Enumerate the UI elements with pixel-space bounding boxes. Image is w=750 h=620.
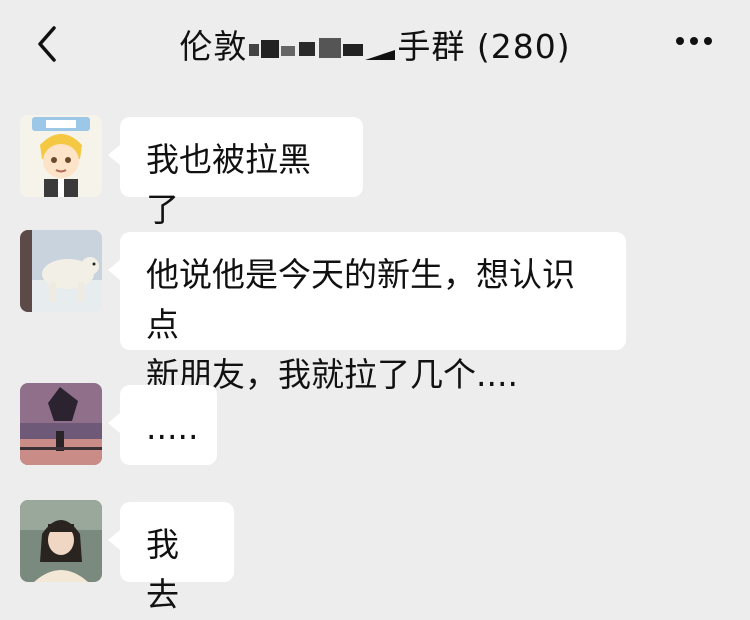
chat-header: 伦敦 手群 (280) xyxy=(0,0,750,90)
message-bubble[interactable]: 他说他是今天的新生，想认识点 新朋友，我就拉了几个.... xyxy=(108,232,626,394)
more-horizontal-icon[interactable] xyxy=(674,34,714,48)
avatar[interactable] xyxy=(20,500,102,582)
message-bubble[interactable]: 我去 xyxy=(108,502,234,614)
avatar[interactable] xyxy=(20,383,102,465)
avatar[interactable] xyxy=(20,115,102,197)
avatar[interactable] xyxy=(20,230,102,312)
message-text: 我去 xyxy=(146,525,179,614)
redacted-title-segment xyxy=(247,31,397,61)
message-bubble[interactable]: 我也被拉黑了 xyxy=(108,117,363,229)
message-text-line: 他说他是今天的新生，想认识点 xyxy=(146,255,575,344)
message-text: ..... xyxy=(146,408,199,447)
message-text: 我也被拉黑了 xyxy=(146,140,311,229)
chat-title: 伦敦 手群 (280) xyxy=(0,20,750,68)
message-bubble[interactable]: ..... xyxy=(108,385,217,465)
member-count: (280) xyxy=(476,27,571,66)
title-prefix: 伦敦 xyxy=(179,27,248,66)
title-suffix: 手群 xyxy=(397,27,466,66)
